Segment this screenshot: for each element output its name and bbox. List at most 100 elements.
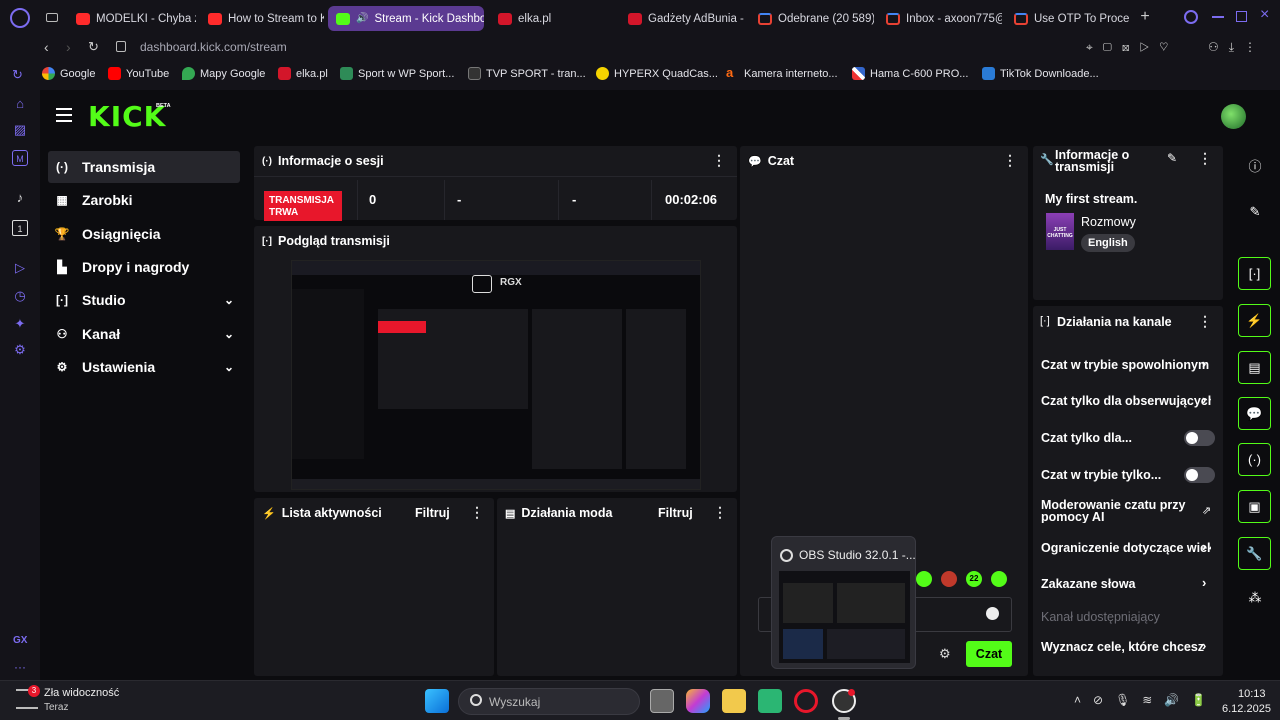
toggle-chat-only-for[interactable] bbox=[1184, 430, 1215, 446]
search-tabs-icon[interactable] bbox=[1184, 10, 1198, 24]
clock-date[interactable]: 6.12.2025 bbox=[1222, 703, 1271, 715]
kick-logo[interactable]: KICK bbox=[88, 100, 166, 133]
info-icon[interactable]: ⓘ bbox=[1245, 156, 1265, 176]
activity-more-icon[interactable]: ⋮ bbox=[470, 504, 484, 521]
maximize-button[interactable] bbox=[1236, 11, 1247, 22]
emoji-picker-icon[interactable] bbox=[986, 607, 999, 620]
edit-icon[interactable]: ✎ bbox=[1245, 204, 1265, 224]
twitch-icon[interactable]: ♪ bbox=[12, 190, 28, 206]
account-download-menu-icons[interactable]: ⚇⤓⋮ bbox=[1208, 40, 1266, 55]
widgets-icon[interactable]: ⁂ bbox=[1245, 590, 1265, 610]
chat-toggle-button[interactable]: 💬 bbox=[1238, 397, 1271, 430]
action-set-goals[interactable]: Wyznacz cele, które chcesz bbox=[1041, 640, 1211, 654]
emote-smile-icon[interactable] bbox=[991, 571, 1007, 587]
stream-info-toggle-button[interactable]: 🔧 bbox=[1238, 537, 1271, 570]
preview-toggle-button[interactable]: [·] bbox=[1238, 257, 1271, 290]
more-sidebar-icon[interactable]: ··· bbox=[14, 660, 26, 674]
action-age-restriction[interactable]: Ograniczenie dotyczące wieku bbox=[1041, 541, 1211, 555]
nav-ustawienia[interactable]: ⚙ Ustawienia ⌄ bbox=[48, 351, 240, 383]
activity-toggle-button[interactable]: ⚡ bbox=[1238, 304, 1271, 337]
bookmark-hama[interactable]: Hama C-600 PRO... bbox=[852, 67, 968, 80]
twitch-notifications-icon[interactable]: 1 bbox=[12, 220, 28, 236]
history-icon[interactable]: ↻ bbox=[12, 67, 23, 83]
gx-label[interactable]: GX bbox=[13, 635, 27, 646]
channel-actions-toggle-button[interactable]: ▣ bbox=[1238, 490, 1271, 523]
mod-actions-more-icon[interactable]: ⋮ bbox=[713, 504, 727, 521]
obs-taskbar-preview[interactable]: OBS Studio 32.0.1 -... bbox=[771, 536, 916, 669]
nav-transmisja[interactable]: (·) Transmisja bbox=[48, 151, 240, 183]
bookmark-maps[interactable]: Mapy Google bbox=[182, 67, 265, 80]
nav-studio[interactable]: [·] Studio ⌄ bbox=[48, 284, 240, 316]
user-avatar[interactable] bbox=[1221, 104, 1246, 129]
tab-elka[interactable]: elka.pl bbox=[490, 6, 610, 31]
file-explorer-icon[interactable] bbox=[722, 689, 746, 713]
nav-osiagniecia[interactable]: 🏆 Osiągnięcia bbox=[48, 218, 240, 250]
toggle-chat-mode-only[interactable] bbox=[1184, 467, 1215, 483]
bookmark-google[interactable]: Google bbox=[42, 67, 95, 80]
tab-gmail-inbox[interactable]: Inbox - axoon775@ bbox=[878, 6, 1002, 31]
speaker-icon[interactable]: 🔊 bbox=[356, 13, 368, 24]
activity-filter-button[interactable]: Filtruj bbox=[415, 506, 450, 520]
opera-logo-icon[interactable] bbox=[10, 8, 30, 28]
tab-island-icon[interactable] bbox=[46, 13, 58, 22]
chat-more-icon[interactable]: ⋮ bbox=[1003, 152, 1017, 169]
edit-pencil-icon[interactable]: ✎ bbox=[1167, 151, 1177, 165]
hamburger-menu-icon[interactable] bbox=[56, 108, 72, 122]
taskbar-search-box[interactable]: Wyszukaj bbox=[458, 688, 640, 715]
close-window-button[interactable]: × bbox=[1260, 6, 1269, 24]
stream-preview-video[interactable]: RGX bbox=[291, 260, 701, 490]
messenger-icon[interactable]: M bbox=[12, 150, 28, 166]
tab-modelki[interactable]: MODELKI - Chyba z bbox=[68, 6, 196, 31]
minimize-button[interactable] bbox=[1212, 16, 1224, 18]
action-slow-mode[interactable]: Czat w trybie spowolnionym bbox=[1041, 358, 1211, 372]
session-more-icon[interactable]: ⋮ bbox=[712, 152, 726, 169]
settings-sidebar-icon[interactable]: ⚙ bbox=[12, 342, 28, 358]
emote-22-icon[interactable]: 22 bbox=[966, 571, 982, 587]
chat-send-button[interactable]: Czat bbox=[966, 641, 1012, 667]
action-banned-words[interactable]: Zakazane słowa bbox=[1041, 577, 1211, 591]
weather-title[interactable]: Zła widoczność bbox=[44, 687, 119, 699]
gx-corner-icon[interactable]: ▨ bbox=[12, 122, 28, 138]
app-green-icon[interactable] bbox=[758, 689, 782, 713]
bookmark-kamera[interactable]: a Kamera interneto... bbox=[726, 66, 838, 80]
copilot-icon[interactable] bbox=[686, 689, 710, 713]
opera-gx-taskbar-icon[interactable] bbox=[794, 689, 818, 713]
nav-zarobki[interactable]: ▦ Zarobki bbox=[48, 184, 240, 216]
tab-use-otp[interactable]: Use OTP To Proce bbox=[1006, 6, 1130, 31]
bookmark-elka[interactable]: elka.pl bbox=[278, 67, 328, 80]
chat-settings-icon[interactable]: ⚙ bbox=[939, 646, 951, 662]
history-sidebar-icon[interactable]: ◷ bbox=[12, 288, 28, 304]
tab-gmail-odebrane[interactable]: Odebrane (20 589) bbox=[750, 6, 874, 31]
clock-time[interactable]: 10:13 bbox=[1238, 688, 1266, 700]
gx-control-icon[interactable]: ⌂ bbox=[12, 96, 28, 112]
bookmark-hyperx[interactable]: HYPERX QuadCas... bbox=[596, 67, 718, 80]
emote-red-icon[interactable] bbox=[941, 571, 957, 587]
emote-green-icon[interactable] bbox=[916, 571, 932, 587]
extensions-icon[interactable]: ✦ bbox=[12, 316, 28, 332]
task-view-icon[interactable] bbox=[650, 689, 674, 713]
action-ai-moderation[interactable]: Moderowanie czatu przy pomocy AI bbox=[1041, 499, 1211, 523]
back-button[interactable]: ‹ bbox=[44, 39, 49, 55]
category-name[interactable]: Rozmowy bbox=[1081, 215, 1136, 229]
nav-kanal[interactable]: ⚇ Kanał ⌄ bbox=[48, 318, 240, 350]
popout-icon[interactable] bbox=[472, 275, 492, 293]
system-tray-icons[interactable]: ˄⊘🎙≋🔊🔋 bbox=[1074, 693, 1218, 707]
category-thumbnail[interactable]: JUST CHATTING bbox=[1046, 213, 1074, 250]
tab-gadzety[interactable]: Gadżety AdBunia - bbox=[620, 6, 744, 31]
mod-actions-toggle-button[interactable]: ▤ bbox=[1238, 351, 1271, 384]
new-tab-button[interactable]: + bbox=[1136, 8, 1154, 26]
url-field[interactable]: dashboard.kick.com/stream bbox=[140, 40, 287, 54]
bookmark-wp-sport[interactable]: Sport w WP Sport... bbox=[340, 67, 454, 80]
tab-how-to-stream[interactable]: How to Stream to K bbox=[200, 6, 324, 31]
bookmark-tvp-sport[interactable]: TVP SPORT - tran... bbox=[468, 67, 586, 80]
channel-actions-more-icon[interactable]: ⋮ bbox=[1198, 313, 1212, 330]
session-toggle-button[interactable]: (·) bbox=[1238, 443, 1271, 476]
forward-button[interactable]: › bbox=[66, 39, 71, 55]
tab-kick-dashboard[interactable]: 🔊 Stream - Kick Dashbo bbox=[328, 6, 484, 31]
mod-actions-filter-button[interactable]: Filtruj bbox=[658, 506, 693, 520]
reload-button[interactable]: ↻ bbox=[88, 39, 99, 55]
action-followers-only[interactable]: Czat tylko dla obserwujących bbox=[1041, 394, 1211, 408]
player-icon[interactable]: ▷ bbox=[12, 260, 28, 276]
address-actions-icons[interactable]: ⌖▢⊠▷♡ bbox=[1086, 40, 1178, 55]
bookmark-youtube[interactable]: YouTube bbox=[108, 67, 169, 80]
